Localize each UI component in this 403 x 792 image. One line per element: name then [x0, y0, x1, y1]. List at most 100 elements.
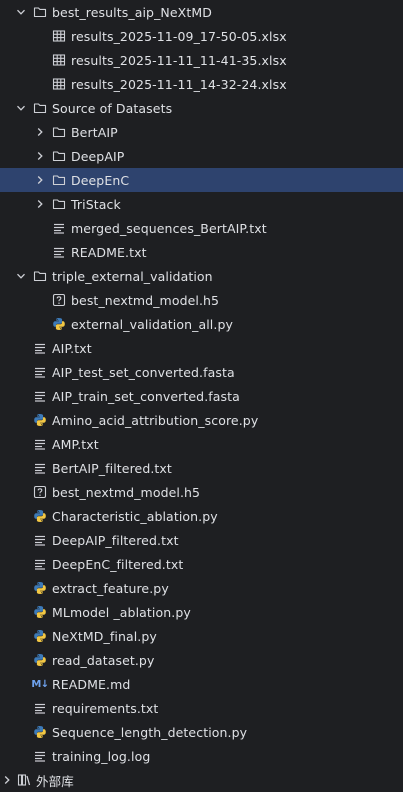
python-icon: [33, 653, 47, 667]
text-file-icon: [33, 365, 47, 379]
chevron-right-icon[interactable]: [33, 125, 47, 139]
tree-item-label: AMP.txt: [52, 436, 99, 452]
python-icon: [33, 509, 47, 523]
tree-item-label: extract_feature.py: [52, 580, 169, 596]
tree-item-label: triple_external_validation: [52, 268, 213, 284]
tree-row-requirements-txt[interactable]: requirements.txt: [0, 696, 403, 720]
tree-item-label: requirements.txt: [52, 700, 159, 716]
library-icon: [17, 773, 31, 787]
tree-row-aip-train-fasta[interactable]: AIP_train_set_converted.fasta: [0, 384, 403, 408]
tree-row-tristack-folder[interactable]: TriStack: [0, 192, 403, 216]
tree-item-label: MLmodel _ablation.py: [52, 604, 191, 620]
text-file-icon: [33, 701, 47, 715]
tree-item-label: DeepAIP: [71, 148, 125, 164]
tree-row-nextmd-final-py[interactable]: NeXtMD_final.py: [0, 624, 403, 648]
chevron-down-icon[interactable]: [14, 101, 28, 115]
table-icon: [52, 29, 66, 43]
tree-row-seq-length-py[interactable]: Sequence_length_detection.py: [0, 720, 403, 744]
tree-row-triple-validation-folder[interactable]: triple_external_validation: [0, 264, 403, 288]
tree-row-merged-sequences-file[interactable]: merged_sequences_BertAIP.txt: [0, 216, 403, 240]
tree-row-bertaip-filtered[interactable]: BertAIP_filtered.txt: [0, 456, 403, 480]
tree-row-read-dataset-py[interactable]: read_dataset.py: [0, 648, 403, 672]
tree-item-label: NeXtMD_final.py: [52, 628, 157, 644]
tree-row-training-log[interactable]: training_log.log: [0, 744, 403, 768]
tree-row-readme-md[interactable]: M↓ README.md: [0, 672, 403, 696]
tree-row-extract-feature-py[interactable]: extract_feature.py: [0, 576, 403, 600]
tree-row-xlsx-1[interactable]: results_2025-11-09_17-50-05.xlsx: [0, 24, 403, 48]
tree-row-xlsx-2[interactable]: results_2025-11-11_11-41-35.xlsx: [0, 48, 403, 72]
text-file-icon: [33, 389, 47, 403]
tree-row-best-results-folder[interactable]: best_results_aip_NeXtMD: [0, 0, 403, 24]
tree-item-label: best_results_aip_NeXtMD: [52, 4, 212, 20]
tree-row-bertaip-folder[interactable]: BertAIP: [0, 120, 403, 144]
folder-icon: [33, 101, 47, 115]
tree-item-label: 外部库: [36, 773, 74, 789]
folder-icon: [33, 269, 47, 283]
tree-row-characteristic-py[interactable]: Characteristic_ablation.py: [0, 504, 403, 528]
text-file-icon: [33, 533, 47, 547]
tree-row-readme-txt-file[interactable]: README.txt: [0, 240, 403, 264]
tree-row-deepenc-folder[interactable]: DeepEnC: [0, 168, 403, 192]
tree-item-label: README.txt: [71, 244, 147, 260]
tree-row-external-libs[interactable]: 外部库: [0, 768, 403, 792]
tree-item-label: external_validation_all.py: [71, 316, 233, 332]
tree-item-label: DeepAIP_filtered.txt: [52, 532, 179, 548]
tree-row-aip-test-fasta[interactable]: AIP_test_set_converted.fasta: [0, 360, 403, 384]
python-icon: [52, 317, 66, 331]
tree-item-label: BertAIP_filtered.txt: [52, 460, 172, 476]
tree-row-amp-txt[interactable]: AMP.txt: [0, 432, 403, 456]
chevron-right-icon[interactable]: [33, 149, 47, 163]
python-icon: [33, 581, 47, 595]
tree-row-deepenc-filtered[interactable]: DeepEnC_filtered.txt: [0, 552, 403, 576]
text-file-icon: [33, 341, 47, 355]
tree-item-label: BertAIP: [71, 124, 118, 140]
tree-item-label: README.md: [52, 676, 131, 692]
chevron-right-icon[interactable]: [0, 773, 14, 787]
tree-item-label: merged_sequences_BertAIP.txt: [71, 220, 267, 236]
tree-item-label: DeepEnC_filtered.txt: [52, 556, 184, 572]
tree-item-label: Sequence_length_detection.py: [52, 724, 248, 740]
tree-item-label: best_nextmd_model.h5: [71, 292, 220, 308]
folder-icon: [52, 125, 66, 139]
python-icon: [33, 605, 47, 619]
tree-row-external-validation-py[interactable]: external_validation_all.py: [0, 312, 403, 336]
table-icon: [52, 53, 66, 67]
chevron-down-icon[interactable]: [14, 5, 28, 19]
tree-item-label: Amino_acid_attribution_score.py: [52, 412, 259, 428]
tree-row-h5-model-file-2[interactable]: best_nextmd_model.h5: [0, 480, 403, 504]
tree-row-amino-acid-py[interactable]: Amino_acid_attribution_score.py: [0, 408, 403, 432]
tree-row-source-datasets-folder[interactable]: Source of Datasets: [0, 96, 403, 120]
tree-item-label: results_2025-11-11_11-41-35.xlsx: [71, 52, 287, 68]
project-file-tree: best_results_aip_NeXtMD results_2025-11-0…: [0, 0, 403, 790]
tree-row-xlsx-3[interactable]: results_2025-11-11_14-32-24.xlsx: [0, 72, 403, 96]
text-file-icon: [33, 461, 47, 475]
tree-item-label: training_log.log: [52, 748, 151, 764]
tree-row-deepaip-filtered[interactable]: DeepAIP_filtered.txt: [0, 528, 403, 552]
chevron-down-icon[interactable]: [14, 269, 28, 283]
tree-item-label: DeepEnC: [71, 172, 130, 188]
chevron-right-icon[interactable]: [33, 197, 47, 211]
tree-item-label: results_2025-11-09_17-50-05.xlsx: [71, 28, 287, 44]
text-file-icon: [52, 245, 66, 259]
tree-item-label: AIP.txt: [52, 340, 92, 356]
tree-item-label: Source of Datasets: [52, 100, 173, 116]
text-file-icon: [33, 437, 47, 451]
tree-item-label: AIP_test_set_converted.fasta: [52, 364, 235, 380]
unknown-file-icon: [33, 485, 47, 499]
tree-row-mlmodel-py[interactable]: MLmodel _ablation.py: [0, 600, 403, 624]
text-file-icon: [33, 557, 47, 571]
tree-row-h5-model-file-1[interactable]: best_nextmd_model.h5: [0, 288, 403, 312]
chevron-right-icon[interactable]: [33, 173, 47, 187]
folder-icon: [52, 173, 66, 187]
tree-item-label: Characteristic_ablation.py: [52, 508, 218, 524]
tree-item-label: best_nextmd_model.h5: [52, 484, 201, 500]
folder-icon: [52, 149, 66, 163]
python-icon: [33, 413, 47, 427]
tree-row-deepaip-folder[interactable]: DeepAIP: [0, 144, 403, 168]
folder-icon: [33, 5, 47, 19]
text-file-icon: [52, 221, 66, 235]
unknown-file-icon: [52, 293, 66, 307]
tree-item-label: results_2025-11-11_14-32-24.xlsx: [71, 76, 287, 92]
tree-item-label: read_dataset.py: [52, 652, 155, 668]
tree-row-aip-txt[interactable]: AIP.txt: [0, 336, 403, 360]
